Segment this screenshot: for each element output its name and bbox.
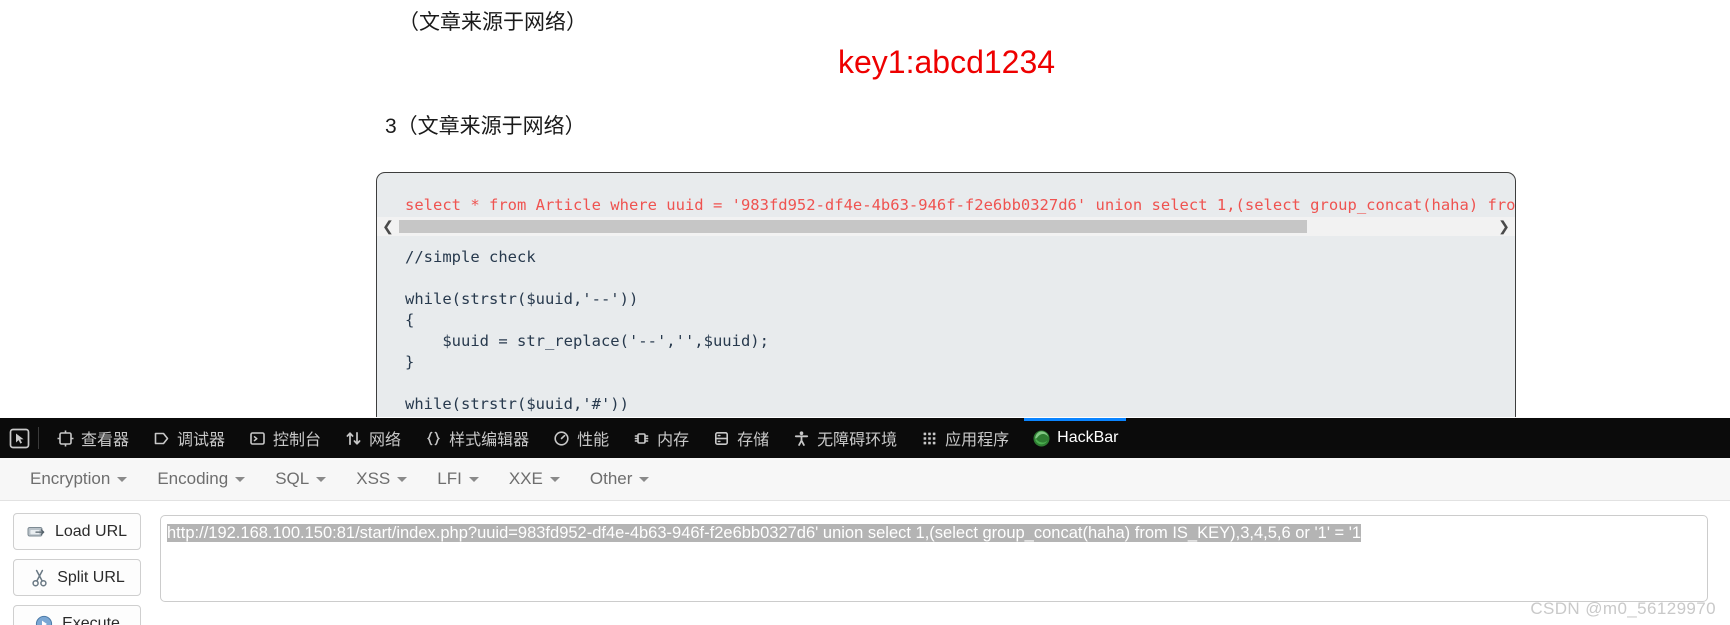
tab-label: 性能 [577,432,610,449]
tab-label: 内存 [657,432,690,449]
menu-lfi[interactable]: LFI [425,463,491,495]
menu-label: SQL [275,469,310,488]
chevron-down-icon [117,476,128,482]
menu-label: Encoding [157,469,229,488]
menu-label: Encryption [30,469,111,488]
menu-xss[interactable]: XSS [344,463,419,495]
chevron-down-icon [235,476,246,482]
play-icon [34,615,54,625]
sql-injection-query: select * from Article where uuid = '983f… [405,196,1516,214]
chevron-down-icon [397,476,408,482]
csdn-watermark: CSDN @m0_56129970 [1530,599,1716,618]
tab-label: 样式编辑器 [449,432,530,449]
inspector-icon [55,428,75,448]
menu-label: XSS [356,469,391,488]
application-icon [919,428,939,448]
scrollbar-track[interactable] [399,220,1493,233]
numbered-source-note: 3（文章来源于网络） [385,115,586,138]
button-label: Split URL [57,568,125,586]
tab-label: 应用程序 [945,432,1010,449]
hackbar-menubar: Encryption Encoding SQL XSS LFI XXE Othe… [0,458,1730,501]
source-note-top: （文章来源于网络） [398,11,587,34]
menu-encryption[interactable]: Encryption [18,463,139,495]
code-line: { [405,311,415,329]
hackbar-action-buttons: Load URL Split URL Execute [13,513,141,625]
hackbar-firefox-icon [1031,428,1051,448]
tab-label: 网络 [369,432,402,449]
tab-application[interactable]: 应用程序 [908,418,1020,458]
php-source-code: //simple check while(strstr($uuid,'--'))… [405,247,1495,415]
menu-label: LFI [437,469,462,488]
menu-encoding[interactable]: Encoding [145,463,257,495]
load-url-button[interactable]: Load URL [13,513,141,550]
tab-hackbar[interactable]: HackBar [1020,418,1129,458]
code-block: select * from Article where uuid = '983f… [376,172,1516,417]
code-line: while(strstr($uuid,'#')) [405,395,629,413]
tab-accessibility[interactable]: 无障碍环境 [780,418,908,458]
url-input-value[interactable]: http://192.168.100.150:81/start/index.ph… [167,524,1362,542]
scroll-right-arrow-icon[interactable]: ❯ [1493,217,1515,236]
split-url-button[interactable]: Split URL [13,559,141,596]
toolbar-divider [38,427,39,449]
chevron-down-icon [316,476,327,482]
tab-style-editor[interactable]: 样式编辑器 [412,418,540,458]
console-icon [247,428,267,448]
screenshot-root: （文章来源于网络） key1:abcd1234 3（文章来源于网络） selec… [0,0,1730,625]
tab-performance[interactable]: 性能 [540,418,620,458]
chevron-down-icon [549,476,560,482]
tab-label: 控制台 [273,432,322,449]
menu-xxe[interactable]: XXE [497,463,572,495]
memory-icon [631,428,651,448]
element-picker-icon[interactable] [2,418,36,458]
menu-other[interactable]: Other [578,463,662,495]
tab-label: 存储 [737,432,770,449]
tab-debugger[interactable]: 调试器 [140,418,236,458]
hackbar-panel: Encryption Encoding SQL XSS LFI XXE Othe… [0,458,1730,625]
load-url-icon [27,523,47,541]
tab-label: 无障碍环境 [817,432,898,449]
key-value-text: key1:abcd1234 [838,44,1056,80]
scroll-left-arrow-icon[interactable]: ❮ [377,217,399,236]
menu-sql[interactable]: SQL [263,463,338,495]
tab-inspector[interactable]: 查看器 [44,418,140,458]
debugger-icon [151,428,171,448]
menu-label: Other [589,469,633,488]
code-line: while(strstr($uuid,'--')) [405,290,639,308]
devtools-toolbar: 查看器 调试器 控制台 网络 样式编辑器 性能 内存 存储 无障碍环境 应用程序… [0,418,1730,458]
code-line: } [405,353,415,371]
code-line: $uuid = str_replace('--','',$uuid); [405,332,769,350]
style-editor-icon [423,428,443,448]
scissors-icon [29,569,49,587]
tab-label: HackBar [1057,429,1119,446]
button-label: Load URL [54,522,128,540]
chevron-down-icon [468,476,479,482]
code-line: //simple check [405,248,536,266]
tab-console[interactable]: 控制台 [236,418,332,458]
menu-label: XXE [508,469,543,488]
tab-label: 调试器 [177,432,226,449]
tab-memory[interactable]: 内存 [620,418,700,458]
tab-storage[interactable]: 存储 [700,418,780,458]
accessibility-icon [791,428,811,448]
code-horizontal-scrollbar[interactable]: ❮ ❯ [377,217,1515,236]
execute-button[interactable]: Execute [13,605,141,625]
scrollbar-thumb[interactable] [399,220,1308,233]
tab-label: 查看器 [81,432,130,449]
storage-icon [711,428,731,448]
performance-icon [551,428,571,448]
tab-network[interactable]: 网络 [332,418,412,458]
button-label: Execute [62,614,120,625]
url-input-field[interactable]: http://192.168.100.150:81/start/index.ph… [160,515,1708,602]
network-icon [343,428,363,448]
chevron-down-icon [639,476,650,482]
